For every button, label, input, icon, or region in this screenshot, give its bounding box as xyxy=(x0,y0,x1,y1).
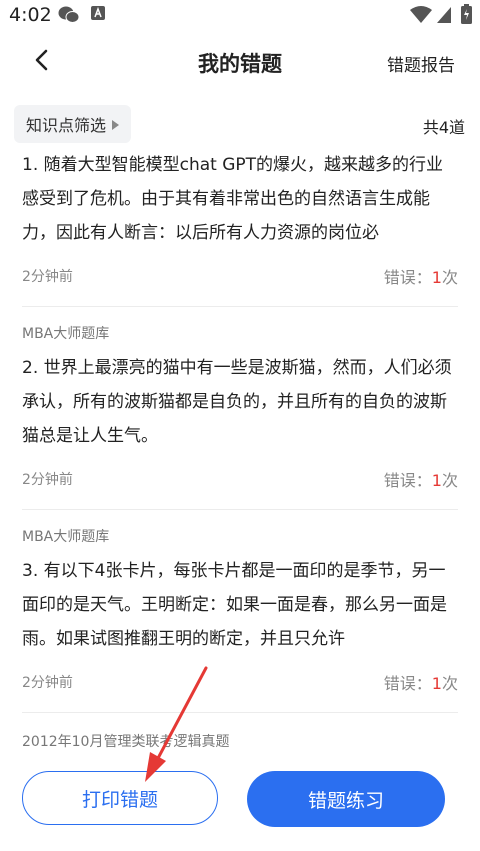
triangle-right-icon xyxy=(112,115,120,134)
error-unit: 次 xyxy=(441,674,458,693)
wifi-icon xyxy=(410,6,432,28)
filter-label: 知识点筛选 xyxy=(26,116,107,135)
question-item[interactable]: MBA大师题库 2. 世界上最漂亮的猫中有一些是波斯猫，然而，人们必须承认，所有… xyxy=(22,323,458,510)
error-unit: 次 xyxy=(441,471,458,490)
question-time: 2分钟前 xyxy=(22,675,73,691)
error-label: 错误： xyxy=(383,674,432,693)
question-meta: 2分钟前 错误：1次 xyxy=(22,262,458,288)
error-count: 错误：1次 xyxy=(384,264,458,288)
question-count: 共4道 xyxy=(422,118,465,137)
question-text: 1. 随着大型智能模型chat GPT的爆火，越来越多的行业感受到了危机。由于其… xyxy=(22,155,444,243)
error-report-button[interactable]: 错题报告 xyxy=(387,51,455,76)
app-notification-icon xyxy=(90,5,106,25)
question-time: 2分钟前 xyxy=(22,472,73,488)
question-item[interactable]: 1. 随着大型智能模型chat GPT的爆火，越来越多的行业感受到了危机。由于其… xyxy=(22,148,458,307)
question-text: 3. 有以下4张卡片，每张卡片都是一面印的是季节，另一面印的是天气。王明断定：如… xyxy=(22,561,447,649)
question-meta: 2分钟前 错误：1次 xyxy=(22,668,458,694)
error-count: 错误：1次 xyxy=(384,670,458,694)
print-errors-button[interactable]: 打印错题 xyxy=(22,771,218,825)
question-text: 2. 世界上最漂亮的猫中有一些是波斯猫，然而，人们必须承认，所有的波斯猫都是自负… xyxy=(22,358,452,446)
battery-icon xyxy=(461,4,472,28)
error-count: 错误：1次 xyxy=(384,467,458,491)
error-number: 1 xyxy=(431,471,442,490)
wechat-icon xyxy=(58,5,80,29)
question-list: 1. 随着大型智能模型chat GPT的爆火，越来越多的行业感受到了危机。由于其… xyxy=(22,148,458,751)
error-number: 1 xyxy=(431,268,442,287)
error-unit: 次 xyxy=(441,268,458,287)
question-time: 2分钟前 xyxy=(22,269,73,285)
error-number: 1 xyxy=(431,674,442,693)
error-label: 错误： xyxy=(383,471,432,490)
question-source: MBA大师题库 xyxy=(22,529,110,545)
nav-bar: 我的错题 错题报告 xyxy=(0,36,480,90)
status-time: 4:02 xyxy=(9,4,52,26)
signal-icon xyxy=(436,6,452,28)
question-source: 2012年10月管理类联考逻辑真题 xyxy=(22,734,230,750)
question-source: MBA大师题库 xyxy=(22,326,110,342)
practice-errors-button[interactable]: 错题练习 xyxy=(247,771,445,827)
knowledge-filter-button[interactable]: 知识点筛选 xyxy=(14,105,132,143)
bottom-action-bar: 打印错题 错题练习 xyxy=(0,755,480,851)
question-item[interactable]: MBA大师题库 3. 有以下4张卡片，每张卡片都是一面印的是季节，另一面印的是天… xyxy=(22,526,458,713)
error-label: 错误： xyxy=(383,268,432,287)
status-bar: 4:02 xyxy=(0,0,480,30)
question-meta: 2分钟前 错误：1次 xyxy=(22,465,458,491)
